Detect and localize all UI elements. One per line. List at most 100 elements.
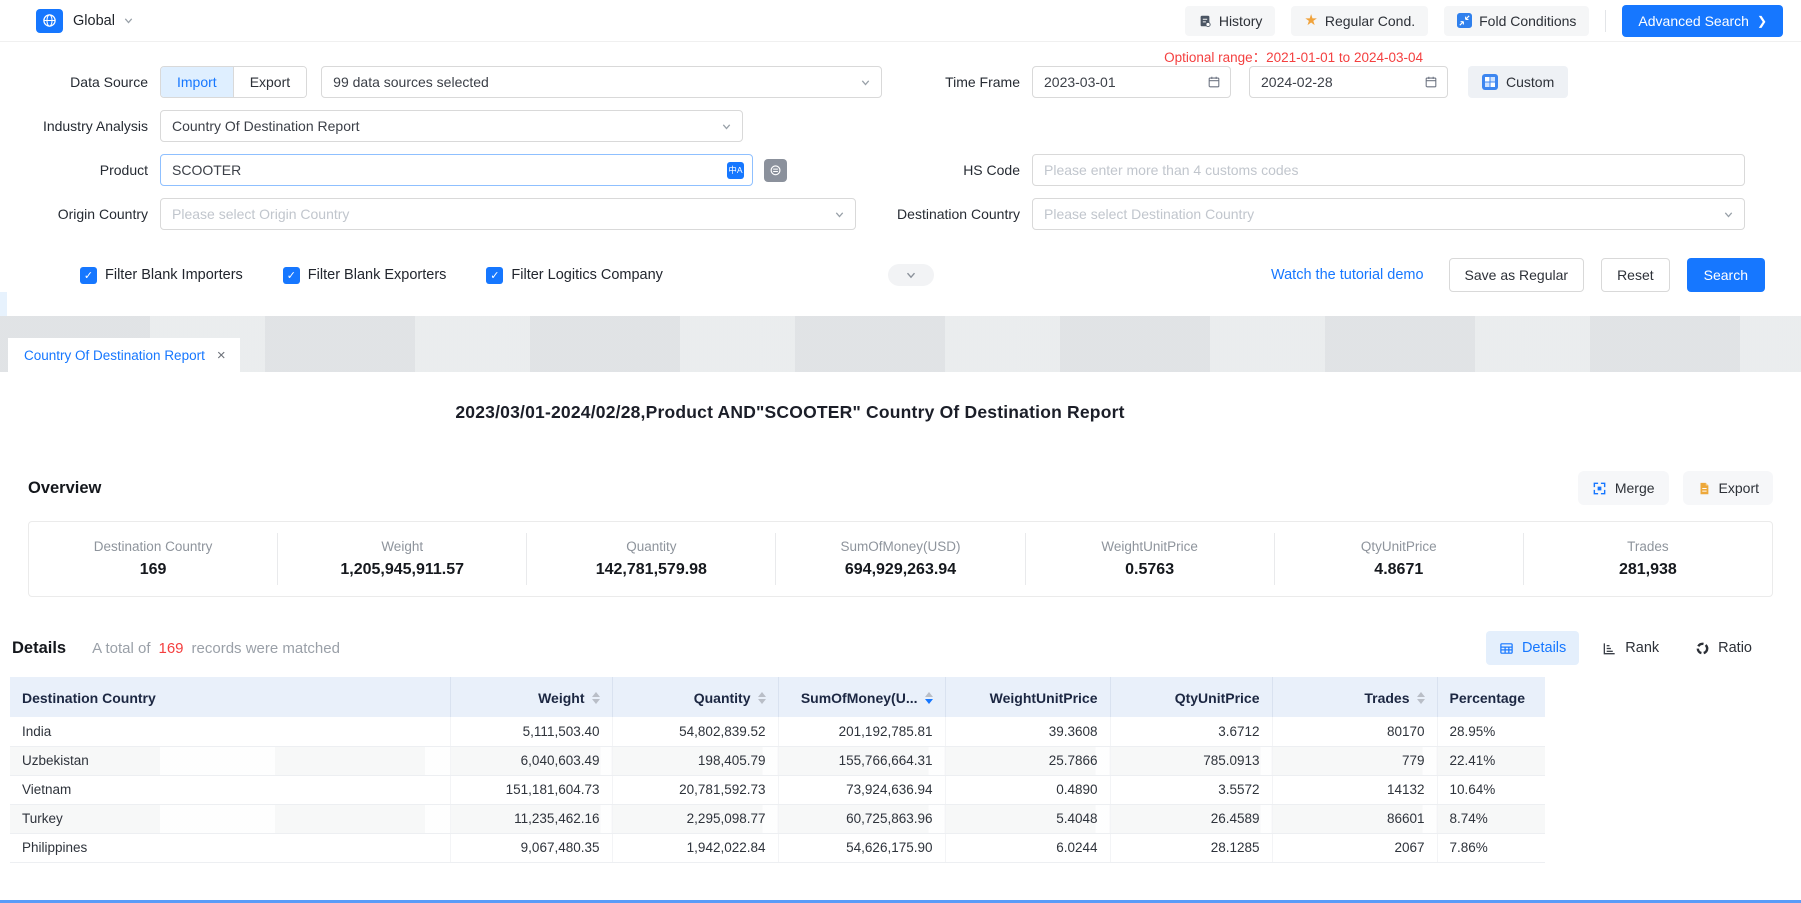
checkbox-label: Filter Blank Exporters (308, 267, 447, 283)
export-button[interactable]: Export (1683, 471, 1773, 505)
cell-percentage: 22.41% (1437, 746, 1545, 775)
save-as-regular-button[interactable]: Save as Regular (1449, 258, 1585, 292)
merge-button[interactable]: Merge (1578, 471, 1669, 505)
sort-icon[interactable] (925, 692, 933, 704)
globe-icon[interactable] (36, 9, 63, 33)
date-end-field[interactable] (1249, 66, 1448, 98)
filter-checkbox-filter-blank-exporters[interactable]: ✓Filter Blank Exporters (283, 267, 447, 284)
search-button[interactable]: Search (1687, 258, 1765, 292)
date-start-input[interactable] (1044, 74, 1219, 90)
chevron-down-icon (721, 121, 732, 132)
regular-cond-label: Regular Cond. (1325, 13, 1415, 29)
sort-icon[interactable] (1417, 692, 1425, 704)
total-count: 169 (158, 640, 183, 657)
cell-destination-country: Philippines (10, 833, 450, 862)
region-selector[interactable]: Global (73, 13, 115, 29)
pie-icon (1695, 641, 1710, 656)
column-header-weight[interactable]: Weight (450, 677, 612, 717)
overview-stat-sumofmoney-usd: SumOfMoney(USD)694,929,263.94 (775, 533, 1024, 585)
cell-destination-country: Vietnam (10, 775, 450, 804)
exact-match-icon[interactable]: ⊜ (764, 159, 787, 182)
column-label: Destination Country (22, 690, 156, 706)
origin-country-placeholder: Please select Origin Country (172, 206, 349, 222)
cell-qtyunitprice: 26.4589 (1110, 804, 1272, 833)
data-sources-select[interactable]: 99 data sources selected (321, 66, 882, 98)
overview-stat-quantity: Quantity142,781,579.98 (526, 533, 775, 585)
advanced-search-button[interactable]: Advanced Search ❯ (1622, 5, 1783, 37)
view-details-label: Details (1522, 640, 1566, 656)
industry-analysis-label: Industry Analysis (0, 118, 160, 134)
cell-percentage: 8.74% (1437, 804, 1545, 833)
origin-country-label: Origin Country (0, 206, 160, 222)
date-start-field[interactable] (1032, 66, 1231, 98)
industry-analysis-select[interactable]: Country Of Destination Report (160, 110, 743, 142)
stat-value: 281,938 (1619, 561, 1677, 579)
view-ratio-button[interactable]: Ratio (1682, 631, 1765, 665)
filter-checkbox-filter-logitics-company[interactable]: ✓Filter Logitics Company (486, 267, 663, 284)
cell-percentage: 10.64% (1437, 775, 1545, 804)
chevron-down-icon (860, 77, 871, 88)
records-matched-text: A total of169records were matched (92, 640, 340, 657)
column-header-quantity[interactable]: Quantity (612, 677, 778, 717)
collapse-conditions-button[interactable] (888, 264, 934, 286)
data-source-label: Data Source (0, 74, 160, 90)
table-row-philippines: Philippines9,067,480.351,942,022.8454,62… (10, 833, 1545, 862)
calendar-icon[interactable] (1207, 75, 1221, 89)
product-input[interactable] (172, 162, 718, 178)
cell-trades: 86601 (1272, 804, 1437, 833)
time-frame-label: Time Frame (882, 74, 1032, 90)
regular-cond-button[interactable]: ★ Regular Cond. (1291, 6, 1428, 36)
fold-conditions-button[interactable]: Fold Conditions (1444, 6, 1589, 36)
cell-sumofmoney-u: 201,192,785.81 (778, 717, 945, 746)
cell-destination-country: Uzbekistan (10, 746, 450, 775)
view-ratio-label: Ratio (1718, 640, 1752, 656)
cell-sumofmoney-u: 73,924,636.94 (778, 775, 945, 804)
table-row-uzbekistan: Uzbekistan6,040,603.49198,405.79155,766,… (10, 746, 1545, 775)
cell-weightunitprice: 25.7866 (945, 746, 1110, 775)
filter-checkbox-filter-blank-importers[interactable]: ✓Filter Blank Importers (80, 267, 243, 284)
date-end-input[interactable] (1261, 74, 1436, 90)
chevron-down-icon[interactable] (123, 15, 134, 26)
sort-icon[interactable] (758, 692, 766, 704)
close-icon[interactable]: × (217, 348, 226, 363)
destination-country-select[interactable]: Please select Destination Country (1032, 198, 1745, 230)
checkbox-label: Filter Logitics Company (511, 267, 663, 283)
advanced-search-label: Advanced Search (1638, 13, 1749, 29)
hs-code-field[interactable] (1032, 154, 1745, 186)
import-option[interactable]: Import (161, 67, 233, 97)
custom-range-button[interactable]: Custom (1468, 66, 1568, 98)
custom-icon (1482, 74, 1498, 90)
table-icon (1499, 641, 1514, 656)
history-label: History (1219, 13, 1263, 29)
calendar-icon[interactable] (1424, 75, 1438, 89)
chevron-right-icon: ❯ (1757, 14, 1767, 28)
search-form: Optional range：2021-01-01 to 2024-03-04 … (0, 42, 1801, 292)
merge-label: Merge (1615, 480, 1655, 496)
star-icon: ★ (1304, 13, 1317, 28)
tutorial-link[interactable]: Watch the tutorial demo (1271, 267, 1424, 283)
history-button[interactable]: History (1185, 6, 1276, 36)
translate-icon[interactable]: 中A (727, 162, 744, 179)
reset-button[interactable]: Reset (1601, 258, 1670, 292)
cell-sumofmoney-u: 60,725,863.96 (778, 804, 945, 833)
product-field[interactable]: 中A (160, 154, 753, 186)
cell-quantity: 20,781,592.73 (612, 775, 778, 804)
custom-label: Custom (1506, 74, 1554, 90)
column-header-weightunitprice: WeightUnitPrice (945, 677, 1110, 717)
hs-code-input[interactable] (1044, 162, 1733, 178)
bar-chart-icon (1602, 641, 1617, 656)
origin-country-select[interactable]: Please select Origin Country (160, 198, 856, 230)
view-details-button[interactable]: Details (1486, 631, 1579, 665)
column-header-trades[interactable]: Trades (1272, 677, 1437, 717)
view-rank-button[interactable]: Rank (1589, 631, 1672, 665)
cell-quantity: 1,942,022.84 (612, 833, 778, 862)
tab-country-of-destination-report[interactable]: Country Of Destination Report × (8, 338, 240, 372)
cell-weight: 151,181,604.73 (450, 775, 612, 804)
sort-icon[interactable] (592, 692, 600, 704)
cell-trades: 779 (1272, 746, 1437, 775)
destination-country-placeholder: Please select Destination Country (1044, 206, 1254, 222)
column-header-sumofmoney-u[interactable]: SumOfMoney(U... (778, 677, 945, 717)
overview-stat-weight: Weight1,205,945,911.57 (277, 533, 526, 585)
export-option[interactable]: Export (233, 67, 306, 97)
data-sources-value: 99 data sources selected (333, 74, 489, 90)
